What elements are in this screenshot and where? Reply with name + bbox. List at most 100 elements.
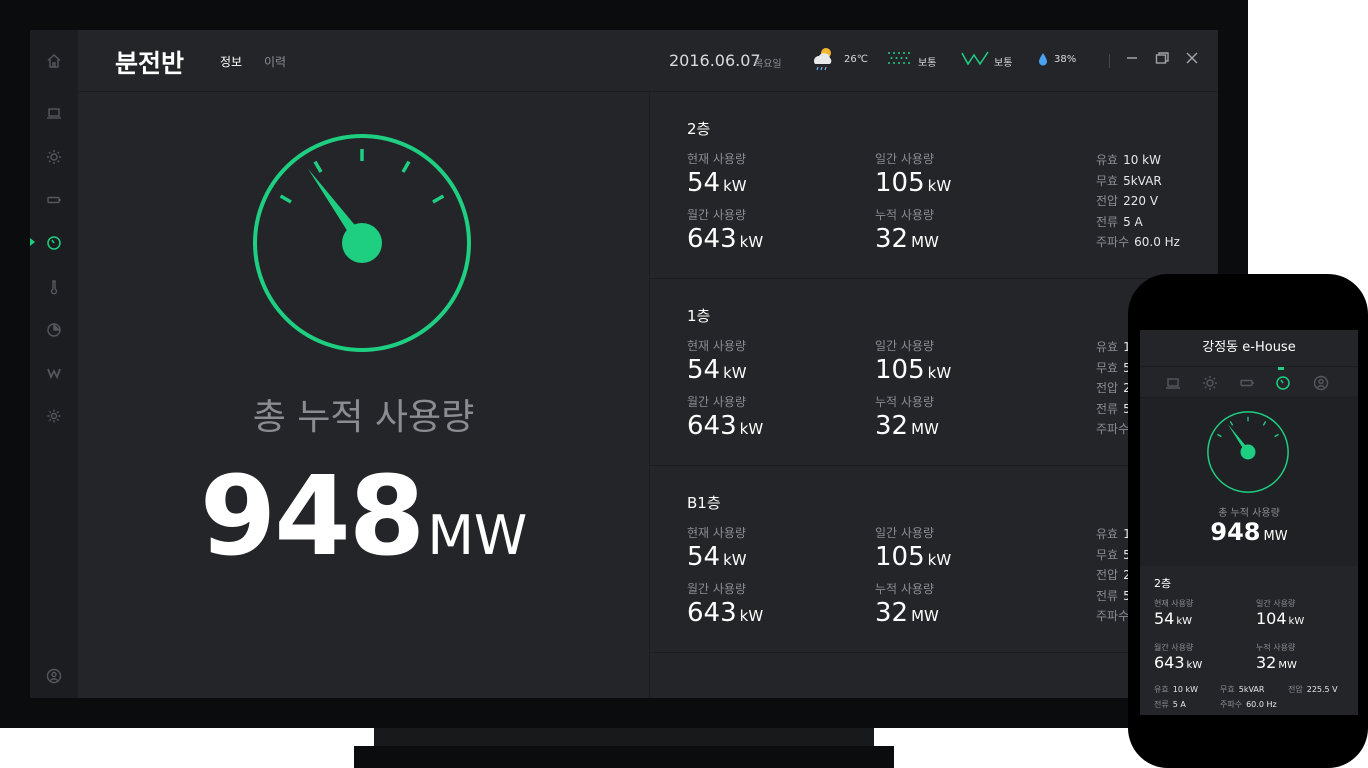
metric-value: 54 — [687, 168, 721, 198]
home-icon[interactable] — [30, 49, 78, 73]
voltage: 전압 220 V — [1096, 191, 1180, 212]
stage: 분전반 정보 이력 2016.06.07 목요일 26℃ 보통 보통 38% 총… — [0, 0, 1368, 768]
dashboard-screen: 분전반 정보 이력 2016.06.07 목요일 26℃ 보통 보통 38% 총… — [30, 30, 1218, 698]
elec-label: 전압 — [1096, 568, 1119, 582]
tab-history[interactable]: 이력 — [264, 53, 286, 70]
daily-usage: 일간 사용량 105 kW — [875, 524, 951, 572]
mobile-total-unit: MW — [1263, 529, 1288, 544]
floor-title: 2층 — [687, 120, 711, 138]
metric-unit: kW — [739, 420, 764, 438]
metric-label: 누적 사용량 — [1256, 643, 1296, 652]
mobile-current-a: 전류 5 A — [1154, 699, 1186, 710]
cumulative-usage: 누적 사용량 32 MW — [875, 393, 939, 441]
battery-icon[interactable] — [1238, 374, 1256, 392]
gear-icon[interactable] — [30, 404, 78, 428]
metric-value: 643 — [1154, 653, 1185, 672]
gauge-icon[interactable] — [30, 231, 78, 255]
elec-label: 무효 — [1096, 173, 1119, 188]
page-title: 분전반 — [115, 49, 185, 78]
elec-value: 60.0 Hz — [1246, 700, 1277, 709]
metric-label: 누적 사용량 — [875, 395, 935, 409]
daily-usage: 일간 사용량 105 kW — [875, 337, 951, 385]
elec-label: 무효 — [1096, 547, 1119, 562]
floor-card: 2층 현재 사용량 54 kW 일간 사용량 105 kW 월간 사용량 643 kW… — [650, 92, 1218, 279]
current-usage: 현재 사용량 54 kW — [687, 150, 747, 198]
mobile-total-panel: 총 누적 사용량 948 MW — [1140, 398, 1358, 566]
elec-value: 220 V — [1123, 194, 1159, 208]
dust-status: 보통 — [918, 58, 937, 69]
gauge-tick-4 — [401, 160, 411, 173]
elec-label: 전압 — [1288, 685, 1303, 694]
battery-icon[interactable] — [30, 188, 78, 212]
user-icon[interactable] — [1312, 374, 1330, 392]
tv-stand — [354, 746, 894, 768]
mobile-total-number: 948 — [1210, 518, 1261, 546]
metric-unit: kW — [927, 551, 952, 569]
mobile-title: 강정동 e-House — [1202, 340, 1296, 355]
current-usage: 현재 사용량 54 kW — [687, 524, 747, 572]
metric-label: 누적 사용량 — [875, 582, 935, 596]
weekday-text: 목요일 — [754, 59, 782, 70]
metric-value: 32 — [875, 598, 909, 628]
metric-unit: kW — [739, 233, 764, 251]
mobile-frequency: 주파수 60.0 Hz — [1220, 699, 1277, 710]
elec-label: 유효 — [1154, 685, 1169, 694]
tv-neck — [374, 728, 874, 748]
metric-value: 54 — [687, 542, 721, 572]
restore-icon[interactable] — [1154, 50, 1170, 66]
elec-value: 10 kW — [1172, 685, 1198, 694]
tab-info[interactable]: 정보 — [220, 53, 242, 70]
elec-label: 전류 — [1096, 401, 1119, 416]
total-usage-panel: 총 누적 사용량 948MW — [78, 92, 649, 698]
sun-icon[interactable] — [1201, 374, 1219, 392]
elec-label: 무효 — [1220, 685, 1235, 694]
total-usage-value: 948MW — [78, 452, 649, 580]
floor-title: B1층 — [687, 494, 721, 512]
metric-value: 643 — [687, 224, 737, 254]
metric-value: 54 — [687, 355, 721, 385]
metric-label: 월간 사용량 — [1154, 643, 1194, 652]
dust-level-icon — [888, 52, 910, 64]
user-icon[interactable] — [30, 664, 78, 688]
mobile-floor-title: 2층 — [1154, 577, 1172, 590]
metric-value: 105 — [875, 168, 925, 198]
metric-unit: MW — [911, 233, 939, 251]
header-divider — [1109, 54, 1110, 68]
metric-label: 현재 사용량 — [687, 339, 747, 353]
monthly-usage: 월간 사용량 643 kW — [687, 580, 763, 628]
metric-unit: MW — [911, 420, 939, 438]
monthly-usage: 월간 사용량 643 kW — [687, 206, 763, 254]
mobile-daily-usage: 일간 사용량 104 kW — [1256, 598, 1304, 628]
metric-value: 105 — [875, 355, 925, 385]
metric-label: 현재 사용량 — [687, 152, 747, 166]
laptop-icon[interactable] — [30, 101, 78, 125]
metric-value: 32 — [1256, 653, 1277, 672]
metric-unit: kW — [1288, 616, 1305, 627]
gauge-tick-1 — [279, 194, 292, 204]
mobile-monthly-usage: 월간 사용량 643 kW — [1154, 642, 1202, 672]
elec-value: 225.5 V — [1306, 685, 1338, 694]
pie-chart-icon[interactable] — [30, 318, 78, 342]
w-logo-icon[interactable] — [30, 361, 78, 385]
elec-value: 5kVAR — [1123, 173, 1162, 188]
elec-label: 주파수 — [1220, 700, 1243, 709]
laptop-icon[interactable] — [1164, 374, 1182, 392]
gauge-icon[interactable] — [1274, 374, 1292, 392]
mobile-usage-gauge — [1207, 411, 1289, 493]
date-text: 2016.06.07 — [669, 51, 761, 70]
metric-unit: kW — [723, 177, 747, 195]
metric-label: 일간 사용량 — [875, 152, 935, 166]
minimize-icon[interactable] — [1124, 50, 1140, 66]
sidebar — [30, 30, 78, 698]
header: 분전반 정보 이력 2016.06.07 목요일 26℃ 보통 보통 38% — [78, 30, 1218, 92]
mobile-total-value: 948 MW — [1140, 518, 1358, 546]
mobile-nav-marker — [1278, 367, 1284, 370]
elec-label: 유효 — [1096, 340, 1119, 354]
metric-label: 현재 사용량 — [1154, 599, 1194, 608]
thermometer-icon[interactable] — [30, 275, 78, 299]
close-icon[interactable] — [1184, 50, 1200, 66]
elec-label: 유효 — [1096, 153, 1119, 167]
air-quality-status: 보통 — [994, 58, 1013, 69]
monthly-usage: 월간 사용량 643 kW — [687, 393, 763, 441]
sun-icon[interactable] — [30, 145, 78, 169]
